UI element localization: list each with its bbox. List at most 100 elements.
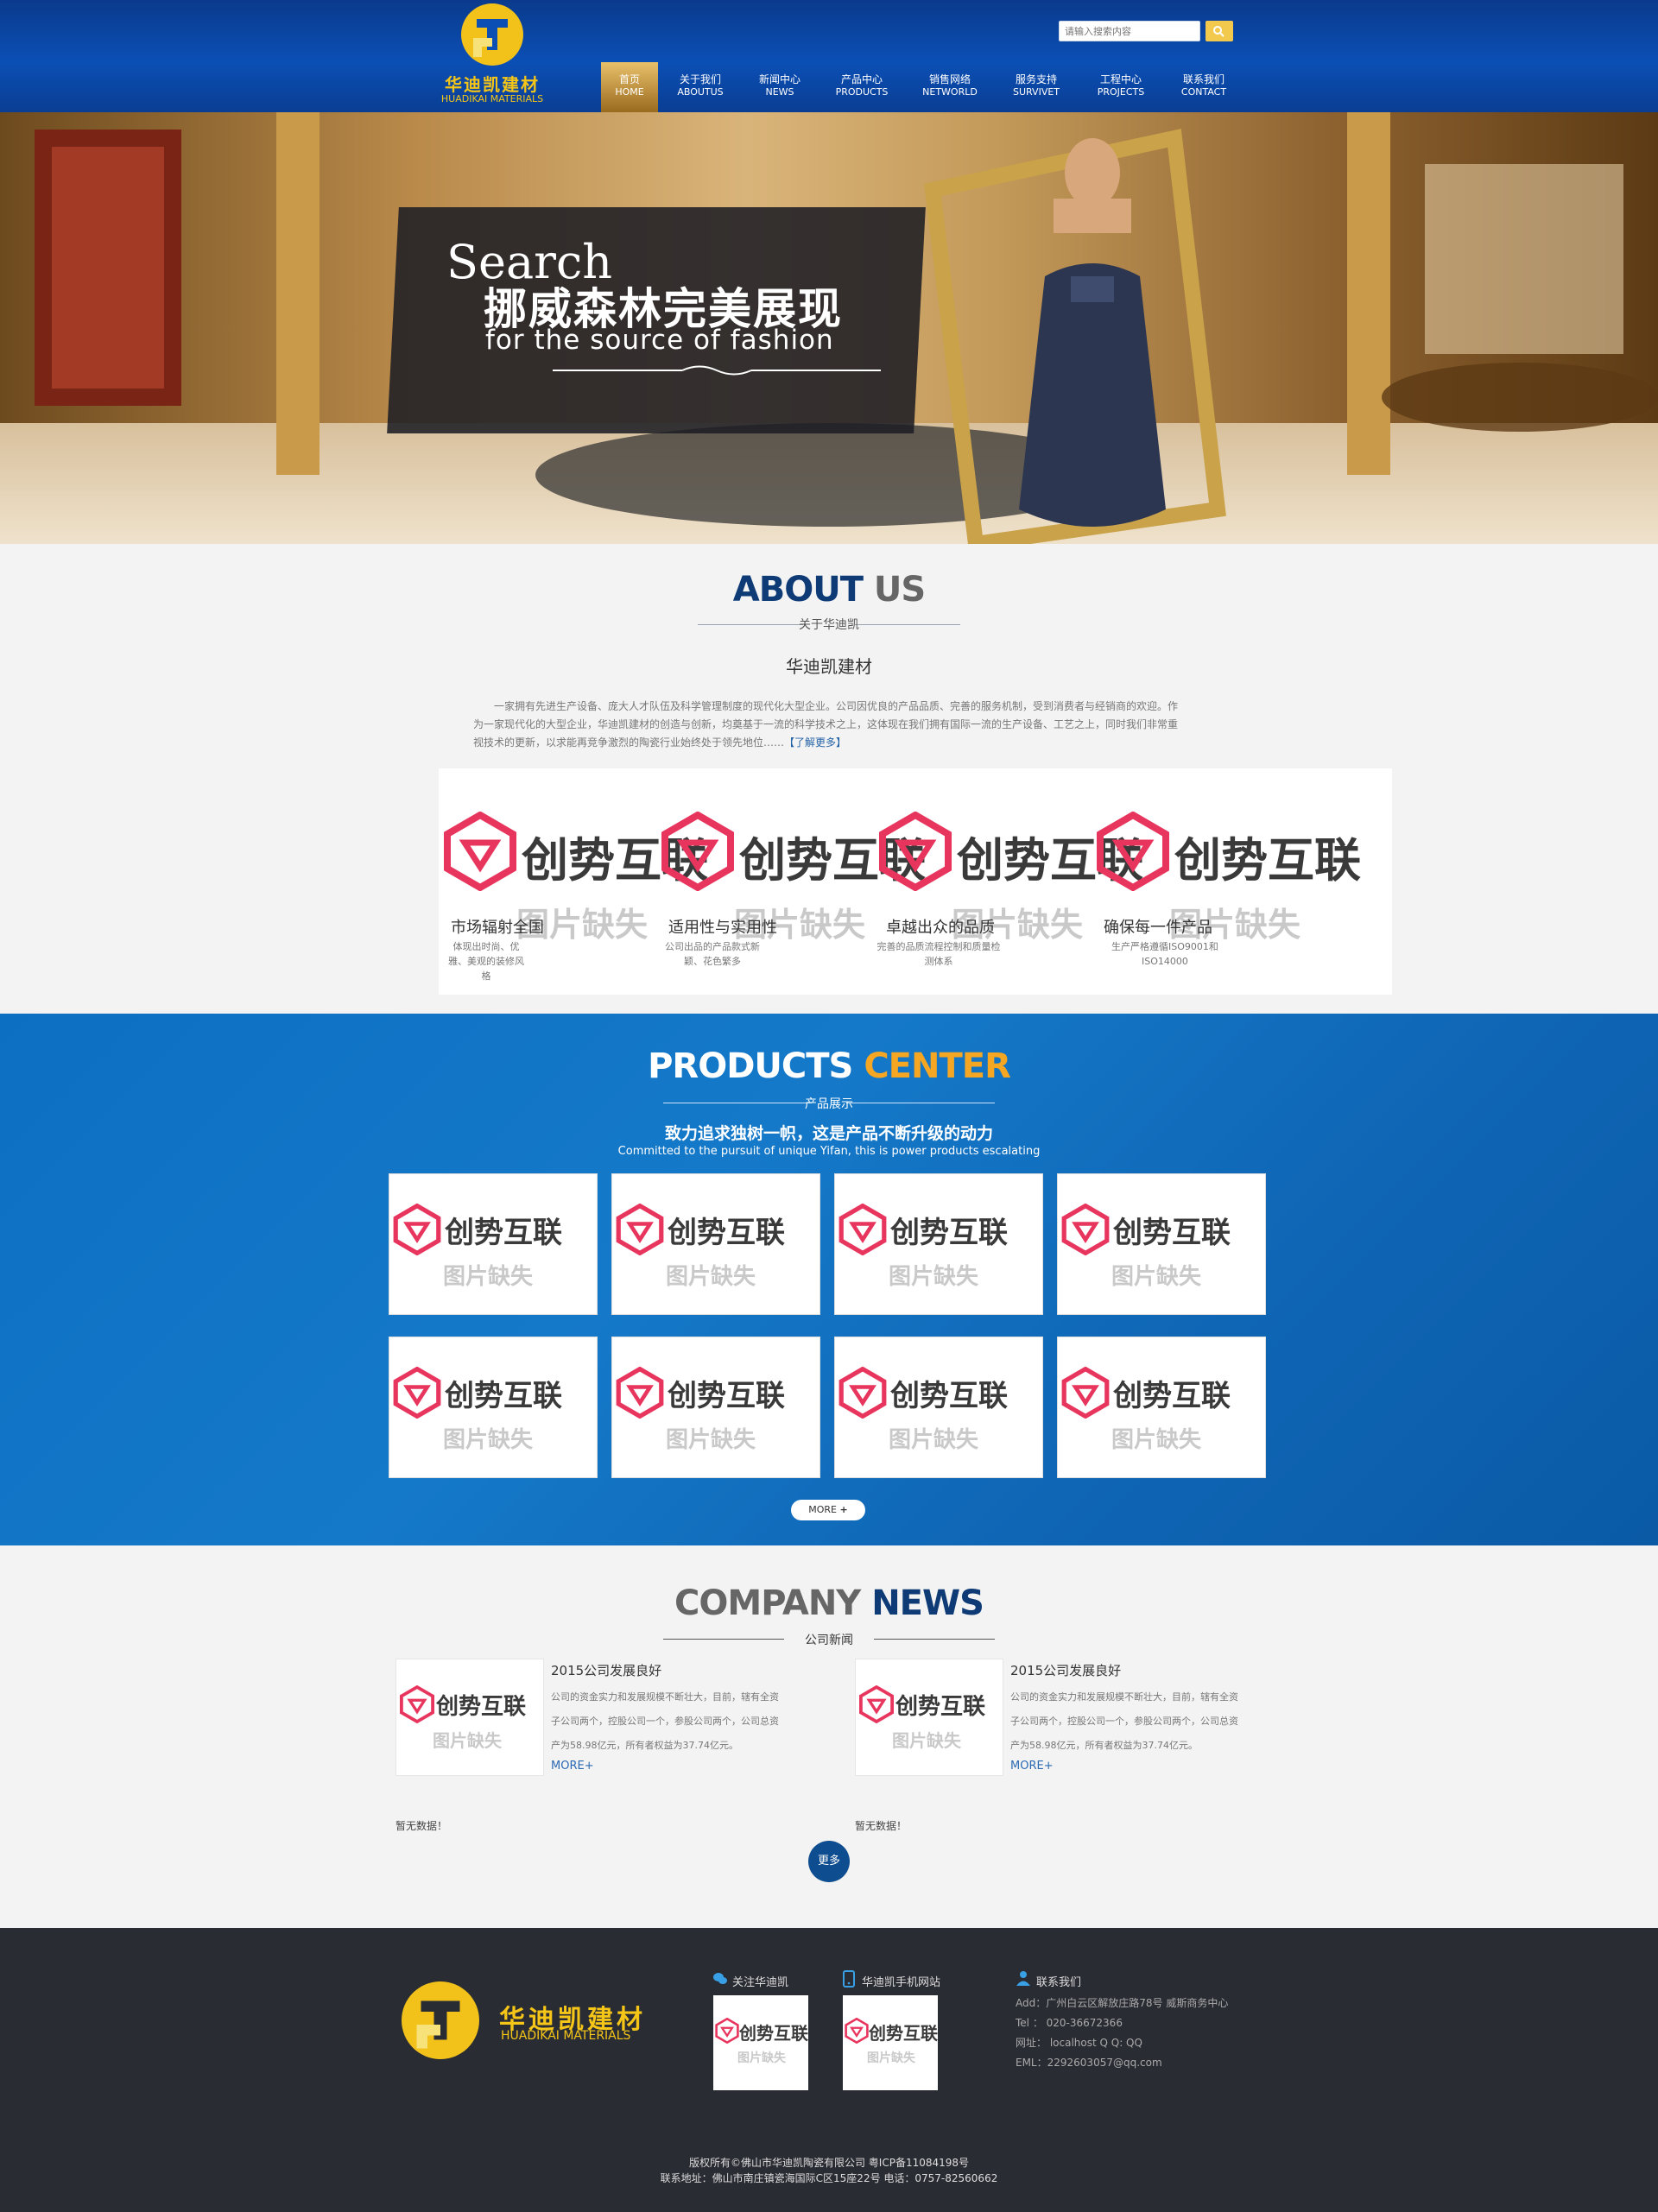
brand-logo-icon [1061,1204,1110,1255]
about-more-link[interactable]: 【了解更多】 [784,736,846,749]
nav-projects[interactable]: 工程中心 PROJECTS [1083,62,1159,112]
brand-logo-icon [393,1367,441,1419]
brand-logo-icon [715,2018,739,2044]
product-card[interactable]: 创势互联 图片缺失 [611,1173,820,1315]
news-title-1[interactable]: 2015公司发展良好 [551,1661,661,1679]
brand-logo-icon [661,812,734,891]
products-more-button[interactable]: MORE + [791,1500,865,1520]
product-card[interactable]: 创势互联 图片缺失 [834,1337,1043,1478]
products-slogan-en: Committed to the pursuit of unique Yifan… [617,1145,1041,1158]
news-title: COMPANY NEWS [674,1583,984,1623]
no-data-text: 暂无数据！ [855,1820,908,1832]
footer-contact-info: Add：广州白云区解放庄路78号 威斯商务中心 Tel ： 020-366723… [1016,1997,1229,2069]
search-button[interactable] [1206,21,1233,41]
user-contact-icon [1016,1971,1030,1986]
news-title-2[interactable]: 2015公司发展良好 [1010,1661,1121,1679]
brand-logo-icon [616,1204,664,1255]
feature-image: 创势互联 图片缺失 [1097,812,1361,944]
nav-service[interactable]: 服务支持 SURVIVET [1000,62,1073,112]
news-subtitle: 公司新闻 [805,1634,853,1647]
feature-item[interactable]: 创势互联 图片缺失 适用性与实用性 公司出品的产品款式新颖、花色繁多 [656,768,926,995]
news-summary-1: 公司的资金实力和发展规模不断壮大，目前，辖有全资 子公司两个，控股公司一个，参股公… [551,1691,779,1751]
products-slogan: 致力追求独树一帜，这是产品不断升级的动力 [664,1124,993,1143]
feature-item[interactable]: 创势互联 图片缺失 确保每一件产品 生产严格遵循ISO9001和ISO14000 [1092,768,1361,995]
news-more-button[interactable]: 更多 [808,1841,850,1882]
placeholder-missing: 图片缺失 [443,1264,534,1290]
feature-desc: 完善的品质流程控制和质量检测体系 [876,941,1001,967]
feature-item[interactable]: 创势互联 图片缺失 卓越出众的品质 完善的品质流程控制和质量检测体系 [874,768,1143,995]
news-more-link-1[interactable]: MORE+ [551,1760,594,1773]
footer-logo-icon[interactable] [397,1977,484,2063]
brand-logo-icon [879,812,952,891]
logo-en: HUADIKAI MATERIALS [440,93,544,104]
logo-mark-icon [461,3,523,66]
feature-image: 创势互联 图片缺失 [661,812,926,944]
feature-title: 适用性与实用性 [668,919,777,937]
product-card[interactable]: 创势互联 图片缺失 [611,1337,820,1478]
products-section [0,1014,1658,1545]
banner-tagline: for the source of fashion [485,325,834,356]
logo-cn: 华迪凯建材 [445,74,540,95]
brand-logo-icon [859,1685,894,1723]
placeholder-brand: 创势互联 [668,1216,785,1250]
product-card[interactable]: 创势互联 图片缺失 [1057,1173,1266,1315]
features-panel: 创势互联 图片缺失 市场辐射全国 体现出时尚、优雅、美观的装修风格 创势互联 图… [439,768,1392,995]
placeholder-brand: 创势互联 [890,1216,1008,1250]
feature-desc: 体现出时尚、优雅、美观的装修风格 [448,941,524,982]
news-more-link-2[interactable]: MORE+ [1010,1760,1054,1773]
nav-about[interactable]: 关于我们 ABOUTUS [667,62,734,112]
wechat-qr-image: 创势互联 图片缺失 [713,1995,808,2090]
about-subtitle: 关于华迪凯 [799,618,859,632]
feature-image: 创势互联 图片缺失 [444,812,708,944]
brand-logo-icon [444,812,516,891]
placeholder-brand: 创势互联 [890,1379,1008,1413]
product-card[interactable]: 创势互联 图片缺失 [389,1173,598,1315]
model-figure-image [924,129,1226,544]
placeholder-brand: 创势互联 [1113,1216,1231,1250]
product-card[interactable]: 创势互联 图片缺失 [1057,1337,1266,1478]
footer-contact-heading: 联系我们 [1036,1976,1082,1989]
mobile-phone-icon [843,1970,855,1988]
news-image[interactable]: 创势互联 图片缺失 [396,1659,544,1776]
brand-logo-icon [845,2018,869,2044]
hero-banner[interactable]: Search 挪威森林完美展现 for the source of fashio… [0,112,1658,544]
feature-item[interactable]: 创势互联 图片缺失 市场辐射全国 体现出时尚、优雅、美观的装修风格 [439,768,708,995]
nav-network[interactable]: 销售网络 NETWORLD [912,62,988,112]
wechat-icon [713,1973,727,1984]
nav-products[interactable]: 产品中心 PRODUCTS [824,62,900,112]
placeholder-missing: 图片缺失 [889,1427,979,1453]
brand-logo-icon [400,1685,434,1723]
placeholder-missing: 图片缺失 [1111,1427,1202,1453]
feature-title: 确保每一件产品 [1104,919,1212,937]
search-icon [1213,26,1225,37]
footer-follow-heading: 关注华迪凯 [732,1976,789,1989]
placeholder-brand: 创势互联 [1113,1379,1231,1413]
brand-logo-icon [393,1204,441,1255]
feature-image: 创势互联 图片缺失 [879,812,1143,944]
search-input[interactable] [1059,21,1200,41]
brand-logo-icon [1061,1367,1110,1419]
news-image[interactable]: 创势互联 图片缺失 [855,1659,1003,1776]
placeholder-missing: 图片缺失 [666,1264,756,1290]
ornament-icon [553,365,881,376]
feature-title: 卓越出众的品质 [886,919,995,937]
placeholder-missing: 图片缺失 [666,1427,756,1453]
no-data-text: 暂无数据！ [396,1820,448,1832]
footer-logo-en: HUADIKAI MATERIALS [501,2029,631,2043]
feature-desc: 生产严格遵循ISO9001和ISO14000 [1111,941,1218,967]
products-subtitle: 产品展示 [805,1097,853,1111]
placeholder-missing: 图片缺失 [443,1427,534,1453]
nav-contact[interactable]: 联系我们 CONTACT [1168,62,1240,112]
mobile-site-qr-image: 创势互联 图片缺失 [843,1995,938,2090]
about-description: 一家拥有先进生产设备、庞大人才队伍及科学管理制度的现代化大型企业。公司因优良的产… [473,700,1179,749]
placeholder-brand: 创势互联 [445,1379,562,1413]
placeholder-missing: 图片缺失 [1111,1264,1202,1290]
placeholder-missing: 图片缺失 [889,1264,979,1290]
product-card[interactable]: 创势互联 图片缺失 [389,1337,598,1478]
product-card[interactable]: 创势互联 图片缺失 [834,1173,1043,1315]
nav-home[interactable]: 首页 HOME [601,62,658,112]
nav-news[interactable]: 新闻中心 NEWS [746,62,813,112]
site-logo[interactable]: 华迪凯建材 HUADIKAI MATERIALS [432,0,553,111]
brand-logo-icon [838,1204,887,1255]
products-title: PRODUCTS CENTER [648,1046,1011,1086]
